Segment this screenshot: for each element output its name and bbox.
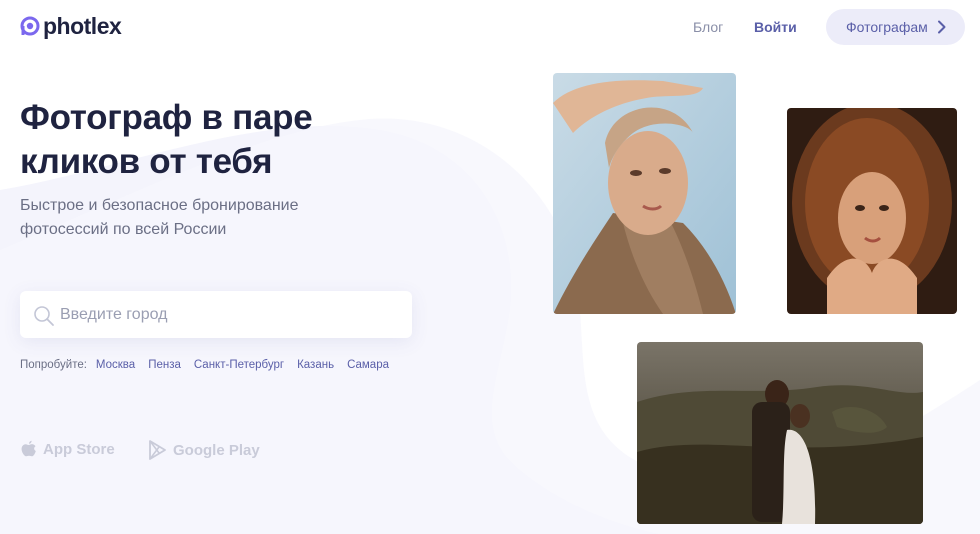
city-search-box — [20, 291, 412, 338]
logo-icon — [20, 16, 40, 36]
suggestion-city-moscow[interactable]: Москва — [96, 359, 135, 371]
suggestion-city-penza[interactable]: Пенза — [148, 359, 181, 371]
logo[interactable]: photlex — [20, 12, 122, 40]
suggestion-city-kazan[interactable]: Казань — [297, 359, 334, 371]
apple-icon — [21, 440, 36, 457]
photographers-button-label: Фотографам — [846, 19, 928, 35]
hero-title-line-2: кликов от тебя — [20, 142, 273, 181]
google-play-link[interactable]: Google Play — [148, 440, 260, 460]
suggestions-label: Попробуйте: — [20, 359, 87, 371]
nav-blog-link[interactable]: Блог — [693, 19, 723, 35]
app-store-link[interactable]: App Store — [20, 440, 115, 459]
hero-subtitle: Быстрое и безопасное бронирование фотосе… — [20, 194, 350, 242]
city-search-input[interactable] — [60, 291, 400, 338]
photo-woman-sunlight — [553, 73, 736, 314]
hero-subtitle-line-2: фотосессий по всей России — [20, 221, 227, 238]
hero-title: Фотограф в паре кликов от тебя — [20, 96, 350, 184]
photographers-button[interactable]: Фотографам — [826, 9, 965, 45]
chevron-right-icon — [938, 20, 946, 34]
nav-login-link[interactable]: Войти — [754, 19, 797, 35]
city-suggestions: Попробуйте: Москва Пенза Санкт-Петербург… — [20, 359, 402, 371]
suggestion-city-samara[interactable]: Самара — [347, 359, 389, 371]
hero-title-line-1: Фотограф в паре — [20, 98, 313, 137]
photo-curly-hair-woman — [787, 108, 957, 314]
logo-text: photlex — [43, 13, 122, 39]
top-header: photlex Блог Войти Фотографам — [0, 0, 980, 56]
google-play-icon — [149, 440, 166, 460]
suggestion-city-saint-petersburg[interactable]: Санкт-Петербург — [194, 359, 284, 371]
photo-couple-kissing — [637, 342, 923, 524]
search-icon — [34, 306, 54, 326]
google-play-label: Google Play — [173, 441, 260, 459]
hero-subtitle-line-1: Быстрое и безопасное бронирование — [20, 197, 299, 214]
app-store-label: App Store — [43, 441, 115, 458]
